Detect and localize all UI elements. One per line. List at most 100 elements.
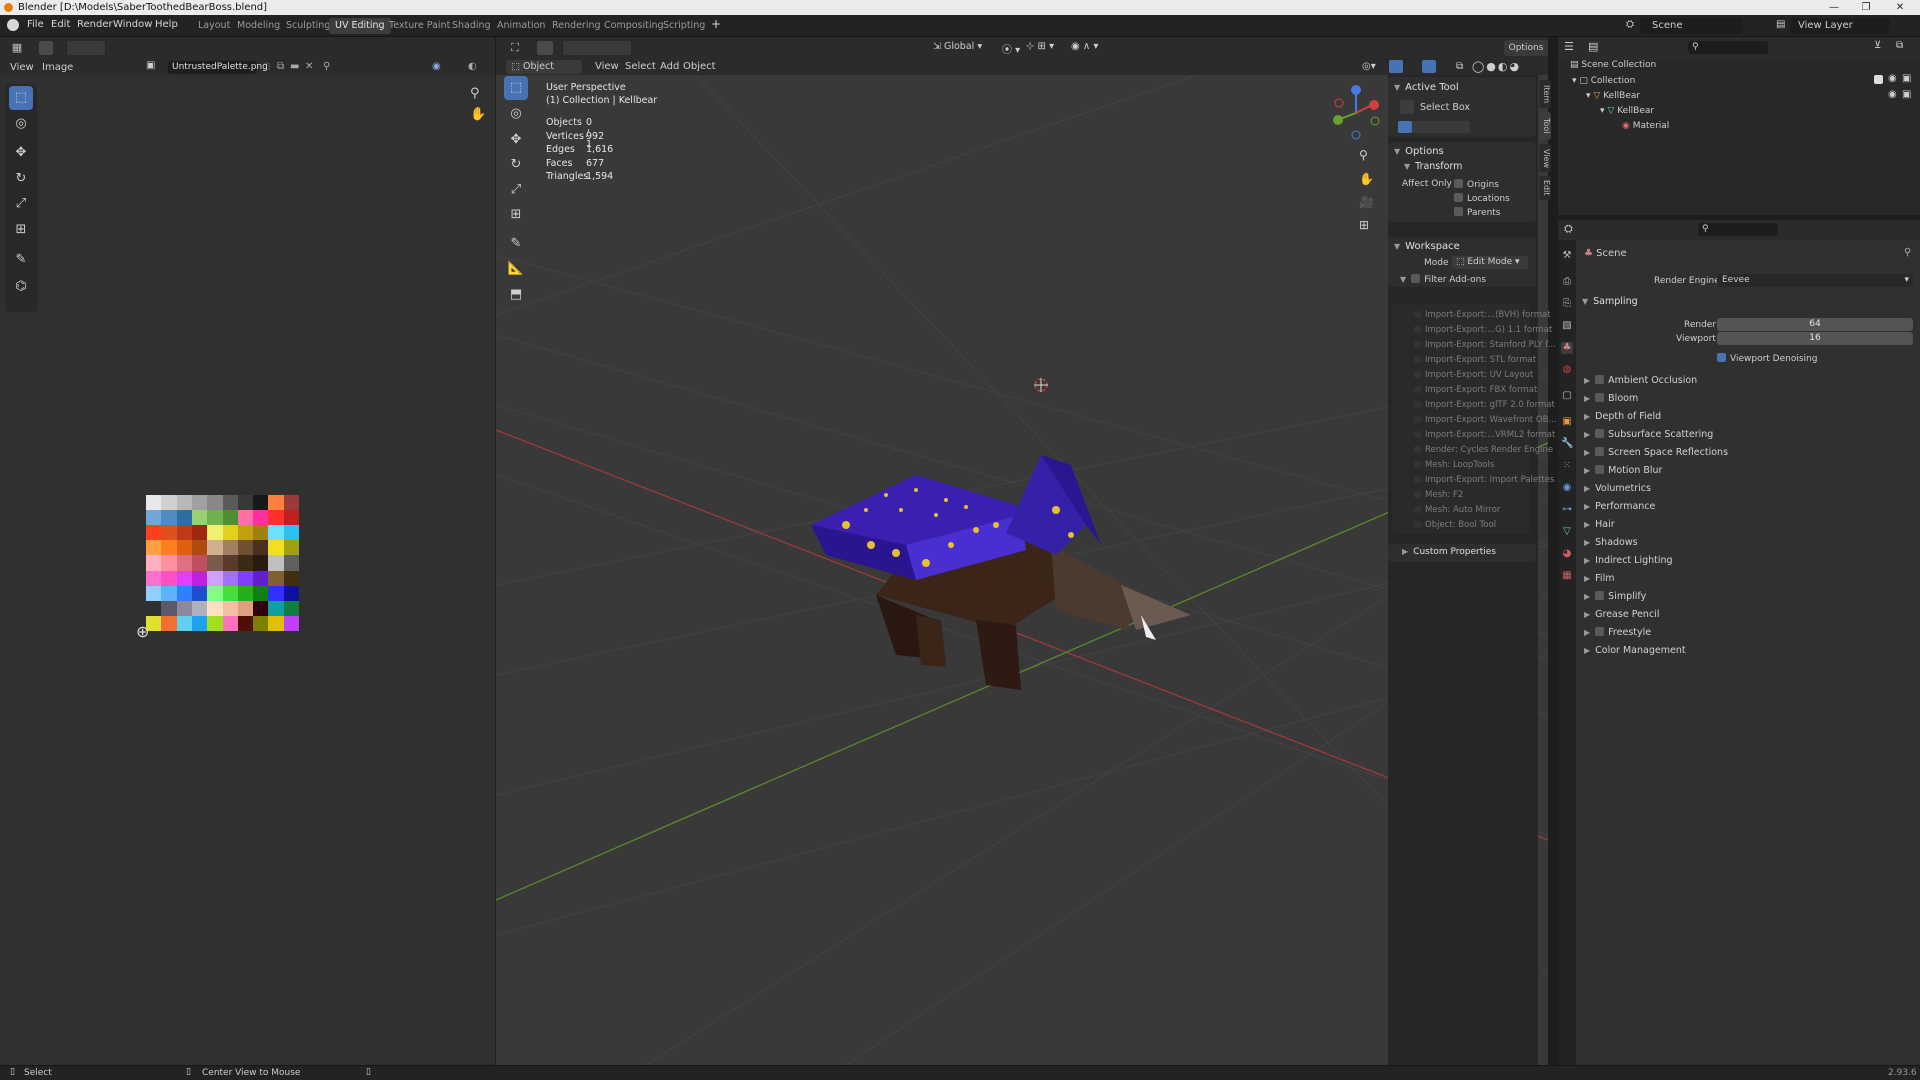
- modifier-props-icon[interactable]: 🔧: [1561, 438, 1573, 450]
- section-enable-checkbox[interactable]: [1595, 627, 1605, 636]
- select-mode-set-icon[interactable]: [1398, 121, 1412, 133]
- unlink-image-icon[interactable]: ✕: [305, 61, 313, 72]
- maximize-icon[interactable]: ❐: [1852, 0, 1880, 15]
- tab-sculpting[interactable]: Sculpting: [280, 18, 336, 34]
- origins-checkbox-box[interactable]: [1454, 179, 1463, 188]
- uv-move-tool-icon[interactable]: ✥: [9, 141, 33, 165]
- outliner-display-mode-icon[interactable]: ▤: [1588, 40, 1598, 53]
- material-props-icon[interactable]: ◕: [1561, 548, 1573, 560]
- render-samples-field[interactable]: 64: [1717, 318, 1913, 331]
- addon-item[interactable]: Object: Bool Tool: [1414, 520, 1496, 530]
- addon-checkbox[interactable]: [1414, 341, 1421, 348]
- section-subsurface-scattering[interactable]: ▶ Subsurface Scattering: [1584, 429, 1713, 440]
- proportional-edit-icon[interactable]: ◉ ∧ ▾: [1071, 41, 1098, 52]
- uv-menu-view[interactable]: View: [10, 62, 34, 73]
- physics-props-icon[interactable]: ◉: [1561, 482, 1573, 494]
- section-performance[interactable]: ▶ Performance: [1584, 501, 1655, 512]
- addon-item[interactable]: Import-Export: Stanford PLY f...: [1414, 340, 1556, 350]
- tab-uv-editing[interactable]: UV Editing: [329, 18, 391, 34]
- tab-shading[interactable]: Shading: [446, 18, 497, 34]
- viewport-scale-tool-icon[interactable]: ⤢: [504, 178, 528, 202]
- navigation-gizmo[interactable]: [1326, 83, 1386, 145]
- view-layer-props-icon[interactable]: ▧: [1561, 320, 1573, 332]
- collection-visibility-icon[interactable]: ◉: [1888, 73, 1897, 84]
- addon-item[interactable]: Render: Cycles Render Engine: [1414, 445, 1553, 455]
- tab-animation[interactable]: Animation: [491, 18, 551, 34]
- viewport-denoising-box[interactable]: [1717, 353, 1726, 362]
- menu-window[interactable]: Window: [113, 19, 152, 30]
- constraints-props-icon[interactable]: ⊶: [1561, 504, 1573, 516]
- uv-select-modes[interactable]: [66, 40, 106, 56]
- addon-checkbox[interactable]: [1414, 431, 1421, 438]
- data-props-icon[interactable]: ▽: [1561, 526, 1573, 538]
- uv-select-tool-icon[interactable]: ⬚: [9, 86, 33, 110]
- addon-item[interactable]: Import-Export: glTF 2.0 format: [1414, 400, 1555, 410]
- viewport-measure-tool-icon[interactable]: 📐: [504, 257, 528, 281]
- image-browse-icon[interactable]: ▣: [146, 60, 155, 71]
- addon-item[interactable]: Import-Export:...(BVH) format: [1414, 310, 1551, 320]
- minimize-icon[interactable]: —: [1820, 0, 1848, 15]
- uv-editor-canvas[interactable]: ⬚ ◎ ✥ ↻ ⤢ ⊞ ✎ ⌬ ⚲ ✋ ⊕: [0, 75, 495, 1065]
- custom-properties-panel[interactable]: ▶ Custom Properties: [1388, 544, 1536, 562]
- outliner-collection[interactable]: ▾ ▢ Collection: [1572, 76, 1635, 86]
- outliner-filter-icon[interactable]: ⊻: [1874, 40, 1881, 51]
- xray-icon[interactable]: ⧉: [1456, 61, 1463, 72]
- section-depth-of-field[interactable]: ▶ Depth of Field: [1584, 411, 1661, 422]
- viewport-rotate-tool-icon[interactable]: ↻: [504, 153, 528, 177]
- section-film[interactable]: ▶ Film: [1584, 573, 1614, 584]
- viewport-samples-field[interactable]: 16: [1717, 332, 1913, 345]
- outliner-kellbear-mesh[interactable]: ▾ ▽ KellBear: [1600, 106, 1654, 116]
- locations-checkbox-box[interactable]: [1454, 193, 1463, 202]
- affect-origins-checkbox[interactable]: Origins: [1454, 179, 1499, 190]
- addon-checkbox[interactable]: [1414, 401, 1421, 408]
- object-render-icon[interactable]: ▣: [1902, 89, 1911, 100]
- collection-props-icon[interactable]: ▢: [1561, 390, 1573, 402]
- menu-edit[interactable]: Edit: [51, 19, 70, 30]
- section-color-management[interactable]: ▶ Color Management: [1584, 645, 1686, 656]
- output-props-icon[interactable]: ⎘: [1561, 298, 1573, 310]
- addon-checkbox[interactable]: [1414, 311, 1421, 318]
- particles-props-icon[interactable]: ⁙: [1561, 460, 1573, 472]
- addon-item[interactable]: Mesh: Auto Mirror: [1414, 505, 1500, 515]
- addon-checkbox[interactable]: [1414, 356, 1421, 363]
- active-tool-header[interactable]: ▼ Active Tool: [1394, 82, 1459, 93]
- menu-render[interactable]: Render: [77, 19, 113, 30]
- npanel-tab-item[interactable]: Item: [1539, 80, 1551, 108]
- uv-overlay-icon[interactable]: ◉: [432, 61, 441, 72]
- view-layer-selector[interactable]: View Layer: [1790, 18, 1890, 34]
- parents-checkbox-box[interactable]: [1454, 207, 1463, 216]
- new-image-icon[interactable]: ⧉: [277, 61, 284, 72]
- pivot-icon[interactable]: ⦿ ▾: [1002, 41, 1020, 56]
- sampling-header[interactable]: ▼ Sampling: [1582, 296, 1638, 307]
- properties-editor-type-icon[interactable]: ⛭: [1564, 222, 1573, 236]
- close-icon[interactable]: ✕: [1886, 0, 1914, 15]
- section-enable-checkbox[interactable]: [1595, 375, 1605, 384]
- addon-item[interactable]: Import-Export: FBX format: [1414, 385, 1537, 395]
- object-props-icon[interactable]: ▣: [1561, 416, 1573, 428]
- addon-item[interactable]: Import-Export:...G) 1.1 format: [1414, 325, 1552, 335]
- uv-transform-tool-icon[interactable]: ⊞: [9, 218, 33, 242]
- viewport-move-tool-icon[interactable]: ✥: [504, 128, 528, 152]
- addon-checkbox[interactable]: [1414, 326, 1421, 333]
- pan-hand-icon[interactable]: ✋: [470, 107, 486, 122]
- world-props-icon[interactable]: ◍: [1561, 364, 1573, 376]
- section-motion-blur[interactable]: ▶ Motion Blur: [1584, 465, 1662, 476]
- section-enable-checkbox[interactable]: [1595, 465, 1605, 474]
- viewport-menu-object[interactable]: Object: [683, 61, 716, 72]
- section-ambient-occlusion[interactable]: ▶ Ambient Occlusion: [1584, 375, 1697, 386]
- section-shadows[interactable]: ▶ Shadows: [1584, 537, 1638, 548]
- workspace-mode-dropdown[interactable]: ⬚ Edit Mode ▾: [1452, 256, 1528, 269]
- properties-pin-icon[interactable]: ⚲: [1904, 247, 1911, 258]
- options-dropdown[interactable]: Options: [1504, 40, 1548, 56]
- camera-view-icon[interactable]: 🎥: [1359, 195, 1374, 209]
- addon-item[interactable]: Import-Export:...VRML2 format: [1414, 430, 1555, 440]
- uv-grab-tool-icon[interactable]: ⌬: [9, 275, 33, 299]
- select-box-modes[interactable]: [1398, 121, 1470, 133]
- viewport-menu-view[interactable]: View: [595, 61, 619, 72]
- affect-parents-checkbox[interactable]: Parents: [1454, 207, 1501, 218]
- add-workspace-icon[interactable]: +: [711, 17, 721, 31]
- fake-user-icon[interactable]: ◌: [262, 61, 271, 72]
- scene-props-icon[interactable]: ♣: [1561, 342, 1573, 354]
- gizmo-toggle-icon[interactable]: [1389, 60, 1403, 73]
- scene-icon[interactable]: ⛭: [1626, 19, 1634, 30]
